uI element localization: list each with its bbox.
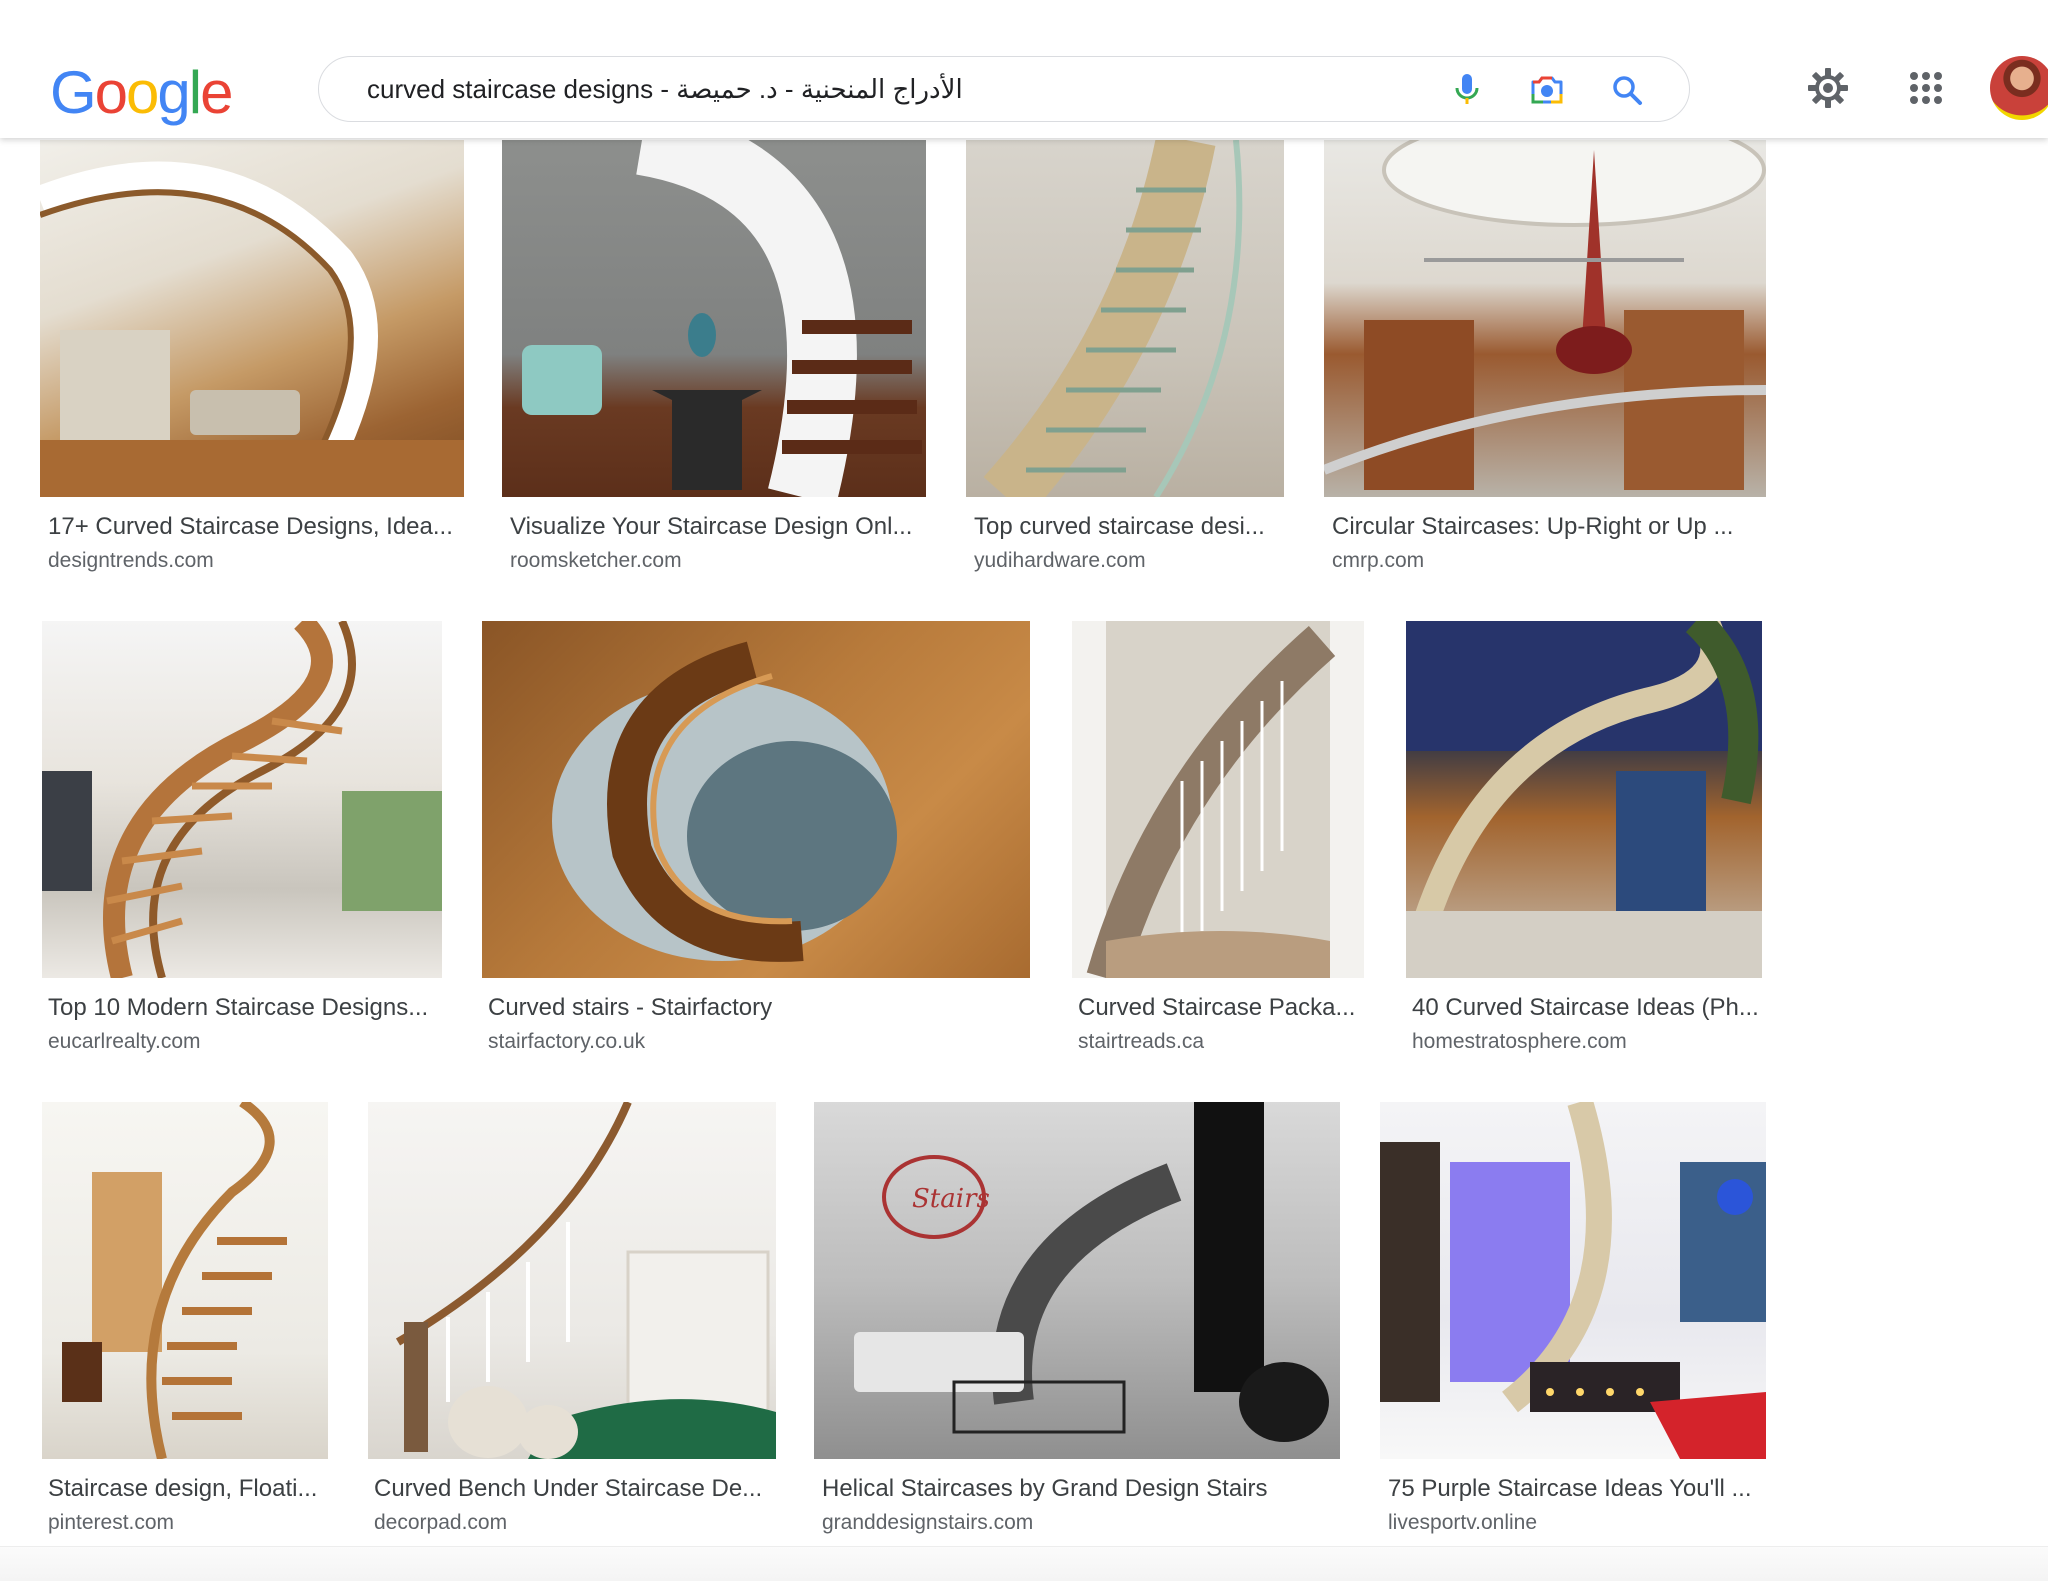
result-card[interactable]: Visualize Your Staircase Design Onl... r… [502, 140, 926, 580]
result-source[interactable]: homestratosphere.com [1412, 1029, 1627, 1055]
result-source[interactable]: roomsketcher.com [510, 548, 682, 574]
result-source[interactable]: cmrp.com [1332, 548, 1424, 574]
result-source[interactable]: eucarlrealty.com [48, 1029, 201, 1055]
search-input[interactable]: curved staircase designs - الأدراج المنح… [367, 57, 963, 121]
result-card[interactable]: Curved stairs - Stairfactory stairfactor… [482, 621, 1030, 1061]
result-image[interactable] [40, 140, 464, 497]
result-title[interactable]: 75 Purple Staircase Ideas You'll ... [1388, 1474, 1751, 1504]
result-source[interactable]: stairfactory.co.uk [488, 1029, 645, 1055]
top-bar: Google curved staircase designs - الأدرا… [0, 0, 2048, 138]
result-card[interactable]: Stairs Helical Staircases by Grand Desig… [814, 1102, 1340, 1542]
svg-text:Stairs: Stairs [912, 1184, 990, 1214]
result-image[interactable] [42, 1102, 328, 1459]
result-card[interactable]: Curved Bench Under Staircase De... decor… [368, 1102, 776, 1542]
result-title[interactable]: Circular Staircases: Up-Right or Up ... [1332, 512, 1733, 542]
result-card[interactable]: Circular Staircases: Up-Right or Up ... … [1324, 140, 1766, 580]
result-source[interactable]: pinterest.com [48, 1510, 174, 1536]
result-title[interactable]: Top 10 Modern Staircase Designs... [48, 993, 428, 1023]
result-title[interactable]: 40 Curved Staircase Ideas (Ph... [1412, 993, 1759, 1023]
result-card[interactable]: 40 Curved Staircase Ideas (Ph... homestr… [1406, 621, 1762, 1061]
avatar[interactable] [1990, 56, 2048, 120]
search-icon[interactable] [1607, 70, 1647, 110]
result-source[interactable]: yudihardware.com [974, 548, 1146, 574]
gear-icon[interactable] [1802, 62, 1854, 114]
result-title[interactable]: Curved Bench Under Staircase De... [374, 1474, 762, 1504]
result-card[interactable]: Curved Staircase Packa... stairtreads.ca [1072, 621, 1364, 1061]
result-title[interactable]: 17+ Curved Staircase Designs, Idea... [48, 512, 453, 542]
result-image[interactable] [368, 1102, 776, 1459]
result-source[interactable]: decorpad.com [374, 1510, 507, 1536]
result-source[interactable]: granddesignstairs.com [822, 1510, 1033, 1536]
result-image[interactable] [502, 140, 926, 497]
result-card[interactable]: Top curved staircase desi... yudihardwar… [966, 140, 1284, 580]
result-card[interactable]: Top 10 Modern Staircase Designs... eucar… [42, 621, 442, 1061]
result-source[interactable]: designtrends.com [48, 548, 214, 574]
page-footer-strip [0, 1546, 2048, 1581]
google-logo[interactable]: Google [50, 58, 234, 128]
result-source[interactable]: livesportv.online [1388, 1510, 1537, 1536]
result-title[interactable]: Curved Staircase Packa... [1078, 993, 1355, 1023]
result-title[interactable]: Visualize Your Staircase Design Onl... [510, 512, 912, 542]
result-card[interactable]: 75 Purple Staircase Ideas You'll ... liv… [1380, 1102, 1766, 1542]
result-title[interactable]: Staircase design, Floati... [48, 1474, 317, 1504]
result-card[interactable]: Staircase design, Floati... pinterest.co… [42, 1102, 328, 1542]
result-image[interactable] [966, 140, 1284, 497]
image-results-grid: 17+ Curved Staircase Designs, Idea... de… [0, 138, 2048, 1581]
result-image[interactable] [42, 621, 442, 978]
result-image[interactable] [1380, 1102, 1766, 1459]
result-card[interactable]: 17+ Curved Staircase Designs, Idea... de… [40, 140, 464, 580]
search-box[interactable]: curved staircase designs - الأدراج المنح… [318, 56, 1690, 122]
result-image[interactable] [1406, 621, 1762, 978]
camera-lens-icon[interactable] [1527, 70, 1567, 110]
result-image[interactable]: Stairs [814, 1102, 1340, 1459]
result-title[interactable]: Curved stairs - Stairfactory [488, 993, 772, 1023]
result-image[interactable] [1324, 140, 1766, 497]
microphone-icon[interactable] [1447, 70, 1487, 110]
result-image[interactable] [1072, 621, 1364, 978]
result-title[interactable]: Helical Staircases by Grand Design Stair… [822, 1474, 1268, 1504]
result-title[interactable]: Top curved staircase desi... [974, 512, 1265, 542]
apps-grid-icon[interactable] [1900, 62, 1952, 114]
result-source[interactable]: stairtreads.ca [1078, 1029, 1204, 1055]
result-image[interactable] [482, 621, 1030, 978]
